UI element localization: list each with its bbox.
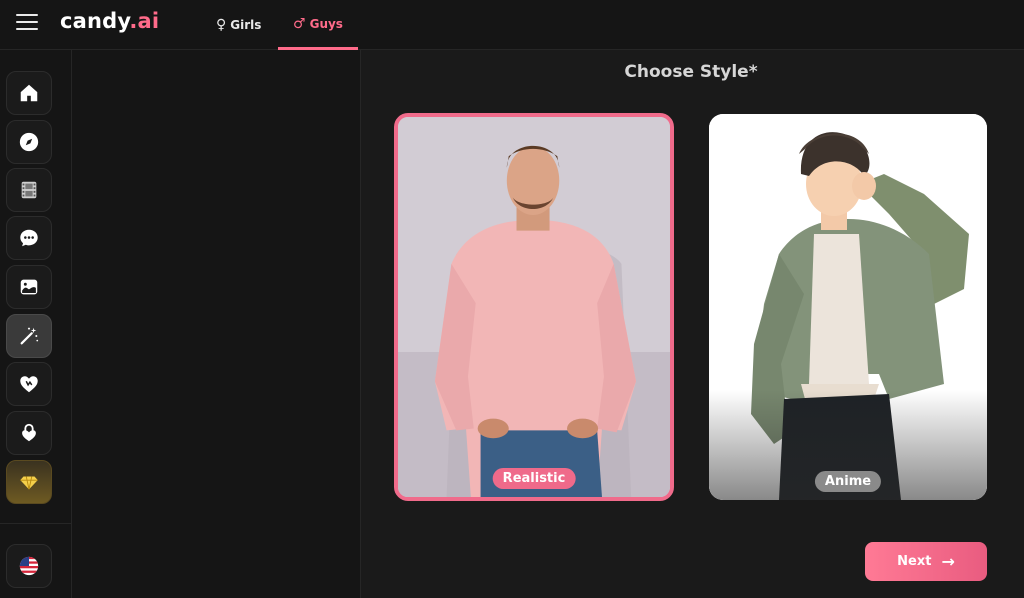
arrow-right-icon: →: [941, 552, 955, 571]
diamond-icon: [20, 476, 38, 490]
sidebar-item-home[interactable]: [6, 71, 52, 115]
sidebar-item-videos[interactable]: [6, 168, 52, 212]
sidebar-item-chat[interactable]: [6, 216, 52, 260]
gallery-icon: [20, 279, 38, 295]
style-card-realistic[interactable]: Realistic: [394, 113, 674, 501]
sidebar-item-private[interactable]: [6, 411, 52, 455]
sidebar-item-create[interactable]: [6, 314, 52, 358]
tab-guys[interactable]: ♂ Guys: [278, 0, 358, 50]
logo[interactable]: candy.ai: [60, 9, 159, 33]
realistic-man-image: [398, 117, 670, 497]
home-icon: [20, 84, 38, 102]
tab-girls[interactable]: ♀ Girls: [216, 0, 261, 50]
sidebar-item-gallery[interactable]: [6, 265, 52, 309]
style-label-realistic: Realistic: [492, 468, 576, 489]
sidebar-item-explore[interactable]: [6, 120, 52, 164]
magic-wand-icon: [20, 327, 39, 345]
us-flag-icon: [19, 556, 39, 576]
sidebar-item-premium[interactable]: [6, 460, 52, 504]
top-bar: candy.ai ♀ Girls ♂ Guys: [0, 0, 1024, 50]
tab-girls-label: Girls: [230, 18, 262, 32]
logo-suffix: .ai: [129, 9, 160, 33]
next-button[interactable]: Next →: [865, 542, 987, 581]
lock-heart-icon: [22, 423, 36, 442]
chat-icon: [20, 229, 38, 247]
main-content: Choose Style* Realistic Anime Next →: [361, 50, 1024, 598]
side-panel: [72, 50, 361, 598]
menu-icon[interactable]: [16, 14, 38, 32]
logo-text: candy: [60, 9, 130, 33]
sidebar-item-language[interactable]: [6, 544, 52, 588]
heart-icon: [20, 376, 38, 393]
sidebar-item-my-ai[interactable]: [6, 362, 52, 406]
compass-icon: [19, 132, 39, 152]
page-title: Choose Style*: [624, 62, 758, 82]
style-card-anime[interactable]: Anime: [709, 114, 987, 500]
sidebar: [0, 50, 72, 598]
next-button-label: Next: [897, 554, 932, 569]
film-icon: [21, 181, 37, 199]
style-label-anime: Anime: [814, 471, 882, 492]
female-symbol-icon: ♀: [216, 17, 227, 33]
sidebar-divider: [0, 523, 72, 524]
tab-guys-label: Guys: [309, 16, 343, 31]
male-symbol-icon: ♂: [293, 15, 306, 32]
